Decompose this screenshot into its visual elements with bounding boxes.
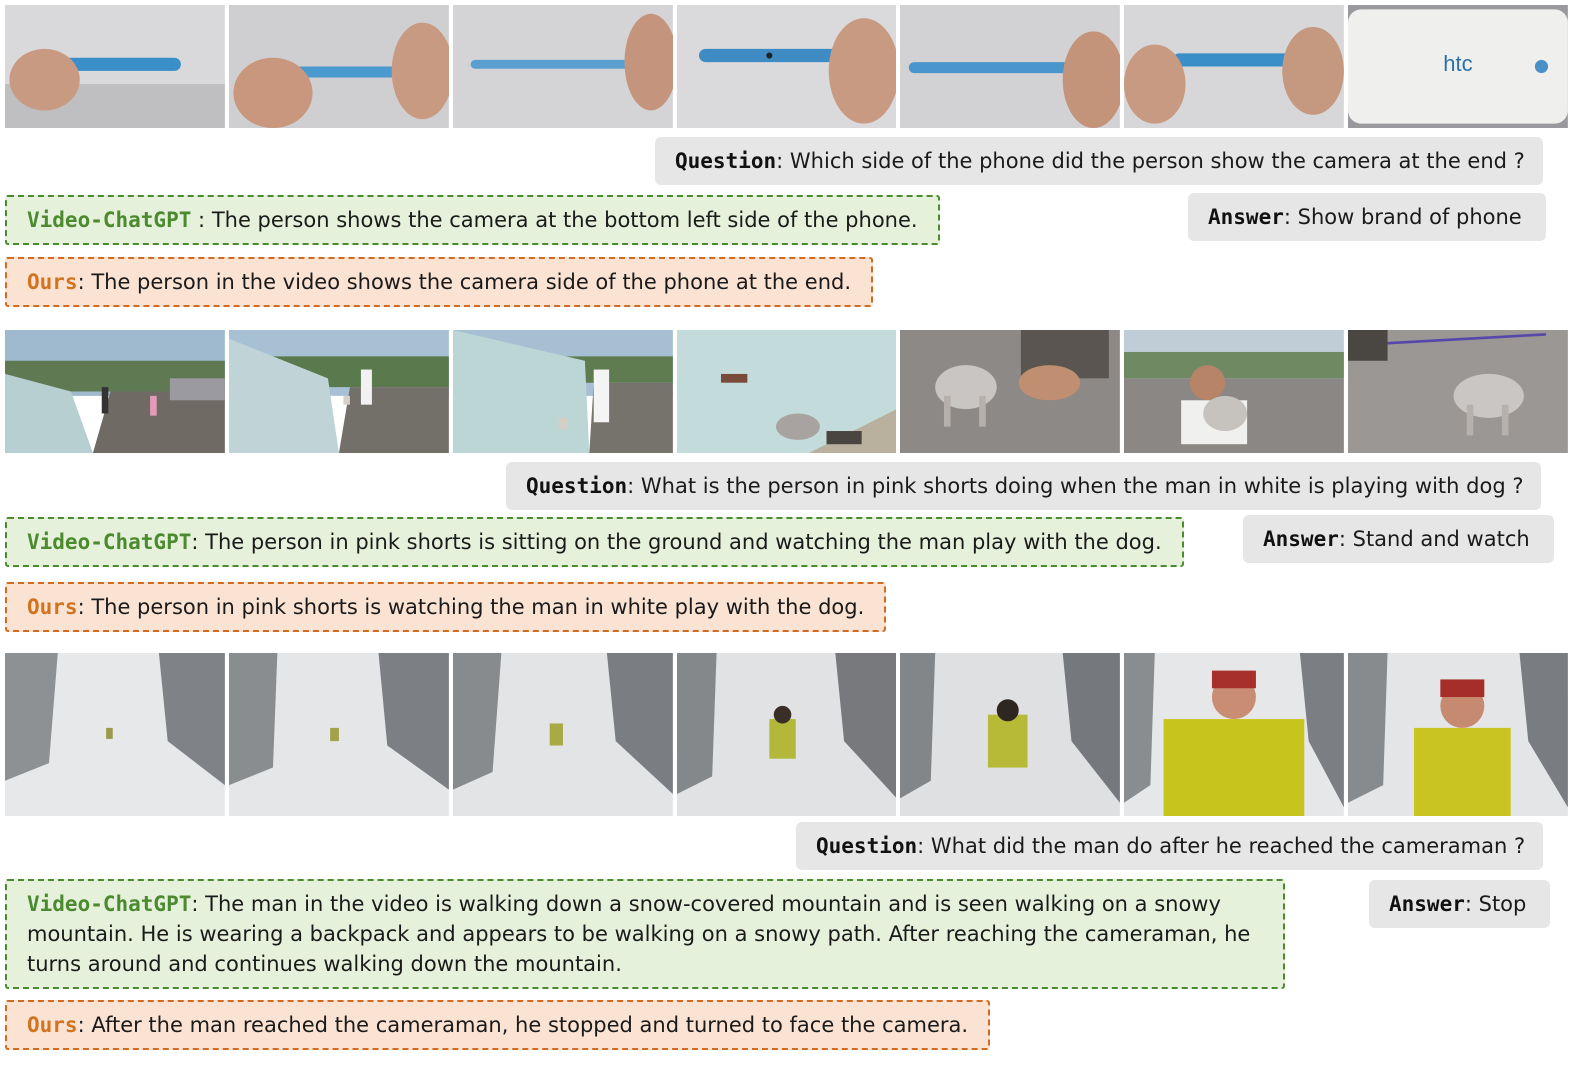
video-frame xyxy=(1124,5,1345,128)
answer-box: Answer: Show brand of phone xyxy=(1188,193,1546,241)
question-box: Question: What is the person in pink sho… xyxy=(506,462,1542,510)
baseline-text: The person shows the camera at the botto… xyxy=(211,208,918,232)
question-text: : What is the person in pink shorts doin… xyxy=(627,474,1524,498)
answer-label: Answer xyxy=(1263,527,1339,551)
answer-label: Answer xyxy=(1208,205,1284,229)
baseline-response: Video-ChatGPT: The man in the video is w… xyxy=(5,879,1285,989)
frame-strip-dog xyxy=(5,330,1569,453)
video-frame xyxy=(900,330,1121,453)
video-frame xyxy=(676,330,897,453)
question-label: Question xyxy=(526,474,628,498)
ours-text: : The person in pink shorts is watching … xyxy=(77,595,865,619)
ours-text: : After the man reached the cameraman, h… xyxy=(77,1013,969,1037)
video-frame xyxy=(1124,330,1345,453)
ours-label: Ours xyxy=(27,270,78,294)
baseline-label: Video-ChatGPT xyxy=(27,892,192,916)
video-frame xyxy=(5,653,225,816)
svg-text:htc: htc xyxy=(1443,51,1472,76)
video-frame xyxy=(1348,653,1569,816)
video-frame xyxy=(5,5,225,128)
baseline-label: Video-ChatGPT xyxy=(27,208,192,232)
baseline-response: Video-ChatGPT: The person in pink shorts… xyxy=(5,517,1184,567)
video-frame xyxy=(228,653,449,816)
ours-label: Ours xyxy=(27,595,78,619)
ours-text: : The person in the video shows the came… xyxy=(77,270,852,294)
answer-text: : Show brand of phone xyxy=(1283,205,1522,229)
video-frame xyxy=(1124,653,1345,816)
baseline-label: Video-ChatGPT xyxy=(27,530,192,554)
ours-response: Ours: The person in pink shorts is watch… xyxy=(5,582,887,632)
baseline-separator: : xyxy=(191,892,206,916)
video-frame xyxy=(228,330,449,453)
baseline-text: The man in the video is walking down a s… xyxy=(27,892,1251,976)
question-box: Question: Which side of the phone did th… xyxy=(655,137,1543,185)
ours-response: Ours: After the man reached the camerama… xyxy=(5,1000,991,1050)
question-box: Question: What did the man do after he r… xyxy=(796,822,1544,870)
video-frame xyxy=(452,5,673,128)
video-frame xyxy=(676,5,897,128)
video-frame xyxy=(5,330,225,453)
video-frame xyxy=(1348,330,1569,453)
video-frame xyxy=(900,653,1121,816)
video-frame xyxy=(228,5,449,128)
video-frame xyxy=(900,5,1121,128)
frame-strip-snow xyxy=(5,653,1569,816)
video-frame xyxy=(452,653,673,816)
question-label: Question xyxy=(675,149,777,173)
video-frame: htc xyxy=(1348,5,1569,128)
video-frame xyxy=(676,653,897,816)
question-text: : Which side of the phone did the person… xyxy=(776,149,1525,173)
video-frame xyxy=(452,330,673,453)
frame-strip-phone: htc xyxy=(5,5,1569,128)
answer-box: Answer: Stop xyxy=(1369,880,1551,928)
answer-label: Answer xyxy=(1389,892,1465,916)
answer-text: : Stop xyxy=(1464,892,1527,916)
question-text: : What did the man do after he reached t… xyxy=(917,834,1526,858)
ours-response: Ours: The person in the video shows the … xyxy=(5,257,874,307)
answer-text: : Stand and watch xyxy=(1338,527,1530,551)
baseline-separator: : xyxy=(191,530,206,554)
baseline-response: Video-ChatGPT : The person shows the cam… xyxy=(5,195,940,245)
question-label: Question xyxy=(816,834,918,858)
baseline-text: The person in pink shorts is sitting on … xyxy=(205,530,1162,554)
ours-label: Ours xyxy=(27,1013,78,1037)
answer-box: Answer: Stand and watch xyxy=(1243,515,1554,563)
baseline-separator: : xyxy=(191,208,212,232)
